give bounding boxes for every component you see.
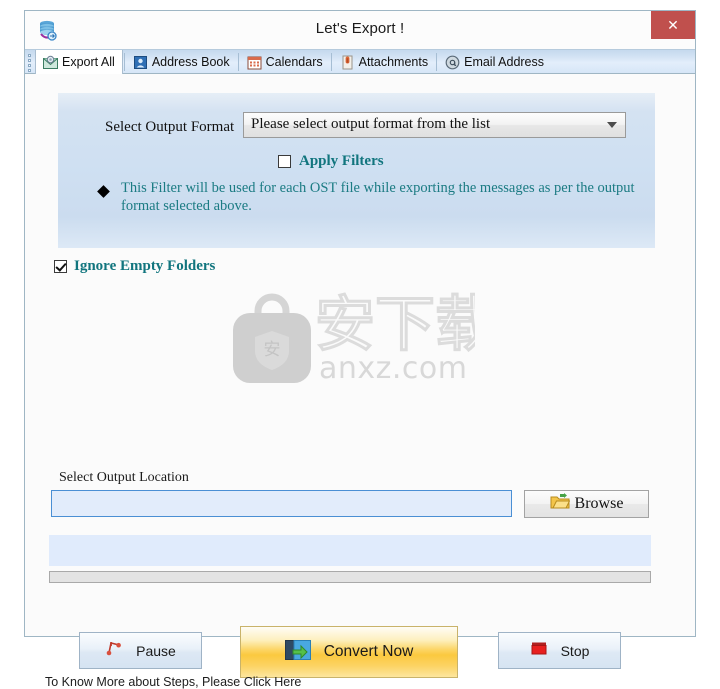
apply-filters-row[interactable]: Apply Filters bbox=[278, 153, 384, 170]
tab-calendars[interactable]: Calendars bbox=[240, 50, 330, 74]
stop-square-icon bbox=[530, 639, 548, 662]
tab-label: Calendars bbox=[265, 55, 323, 69]
apply-filters-checkbox[interactable] bbox=[278, 155, 291, 168]
at-sign-icon bbox=[445, 55, 460, 70]
tab-email-address[interactable]: Email Address bbox=[438, 50, 551, 74]
tab-label: Attachments bbox=[358, 55, 429, 69]
svg-text:安: 安 bbox=[264, 340, 281, 360]
pause-icon bbox=[105, 639, 123, 662]
toolbar-grip[interactable] bbox=[28, 54, 33, 72]
filter-note-text: This Filter will be used for each OST fi… bbox=[121, 180, 635, 214]
filter-panel: Select Output Format Please select outpu… bbox=[58, 93, 655, 248]
stop-label: Stop bbox=[560, 642, 590, 659]
open-folder-icon bbox=[550, 493, 570, 515]
browse-button[interactable]: Browse bbox=[524, 490, 649, 518]
tab-separator bbox=[436, 53, 438, 71]
browse-label: Browse bbox=[574, 495, 624, 512]
output-format-value: Please select output format from the lis… bbox=[251, 116, 491, 132]
watermark-url: anxz.com bbox=[319, 351, 468, 386]
status-box bbox=[49, 535, 651, 566]
ignore-empty-folders-label: Ignore Empty Folders bbox=[74, 258, 216, 274]
convert-now-button[interactable]: Convert Now bbox=[240, 626, 458, 678]
paperclip-icon bbox=[340, 55, 355, 70]
envelope-icon bbox=[43, 55, 58, 70]
tab-attachments[interactable]: Attachments bbox=[333, 50, 435, 74]
tab-label: Export All bbox=[62, 55, 115, 69]
tab-label: Address Book bbox=[151, 55, 230, 69]
pause-label: Pause bbox=[136, 642, 176, 659]
pause-button[interactable]: Pause bbox=[79, 632, 202, 669]
calendar-icon bbox=[247, 55, 262, 70]
ignore-empty-folders-checkbox[interactable] bbox=[54, 260, 67, 273]
chevron-down-icon bbox=[607, 122, 617, 128]
contact-card-icon bbox=[133, 55, 148, 70]
watermark-bag-icon: 安 bbox=[231, 293, 313, 385]
tab-separator bbox=[330, 53, 332, 71]
tab-address-book[interactable]: Address Book bbox=[126, 50, 237, 74]
window-title: Let's Export ! bbox=[315, 20, 405, 37]
watermark-chinese-text: 安下载 bbox=[314, 287, 497, 362]
ignore-empty-folders-row[interactable]: Ignore Empty Folders bbox=[54, 258, 215, 275]
apply-filters-label: Apply Filters bbox=[299, 153, 384, 169]
convert-now-label: Convert Now bbox=[323, 643, 414, 660]
tab-bar: Export All Address Book Calendars Attach… bbox=[25, 49, 695, 74]
output-location-input[interactable] bbox=[51, 490, 512, 517]
progress-bar bbox=[49, 571, 651, 583]
output-format-dropdown[interactable]: Please select output format from the lis… bbox=[243, 112, 626, 138]
watermark: 安 安下载 anxz.com bbox=[231, 287, 497, 397]
title-bar: Let's Export ! ✕ bbox=[25, 11, 695, 49]
tab-separator bbox=[237, 53, 239, 71]
stop-button[interactable]: Stop bbox=[498, 632, 621, 669]
close-button[interactable]: ✕ bbox=[651, 11, 695, 39]
output-location-label: Select Output Location bbox=[59, 470, 189, 485]
application-window: Let's Export ! ✕ Export All Address Book… bbox=[24, 10, 696, 689]
svg-text:安下载: 安下载 bbox=[315, 290, 475, 359]
footer-help-link[interactable]: To Know More about Steps, Please Click H… bbox=[45, 675, 301, 689]
tab-label: Email Address bbox=[464, 55, 545, 69]
output-format-label: Select Output Format bbox=[105, 119, 235, 135]
tab-export-all[interactable]: Export All bbox=[35, 50, 123, 74]
tab-separator bbox=[123, 53, 125, 71]
main-content: Select Output Format Please select outpu… bbox=[25, 74, 695, 689]
export-arrow-icon bbox=[284, 638, 311, 667]
diamond-bullet-icon bbox=[97, 185, 110, 198]
